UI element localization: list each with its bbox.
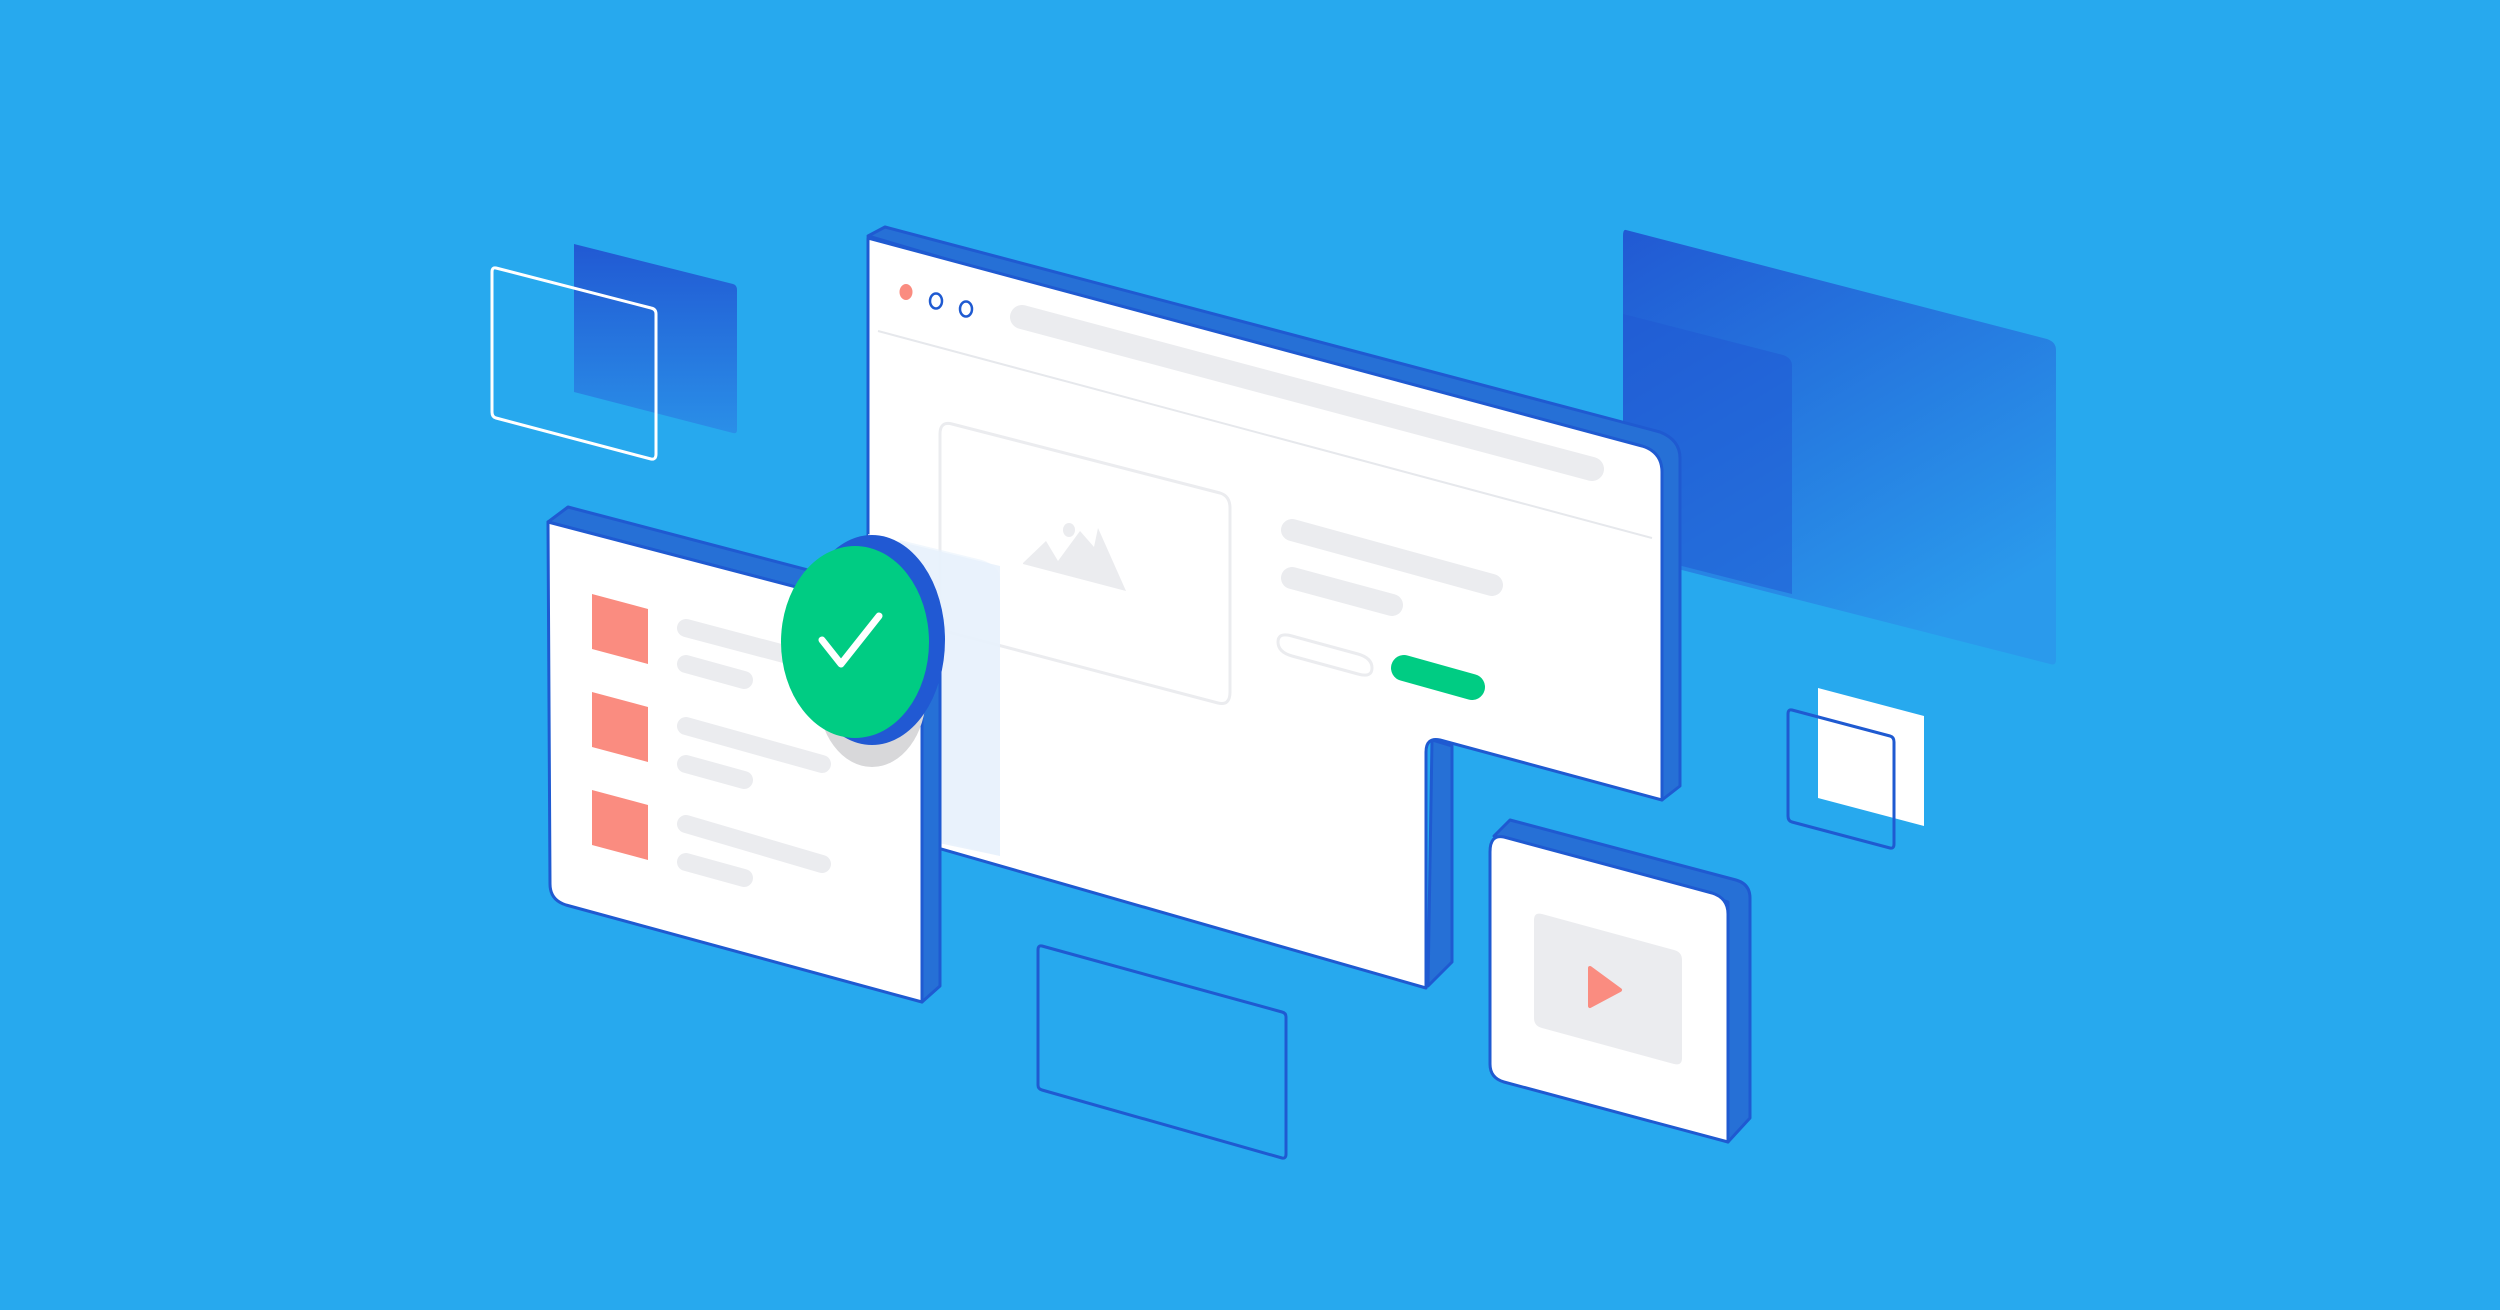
floating-white-panel-right <box>1818 688 1924 826</box>
browser-window-stem-depth <box>1426 738 1454 988</box>
isometric-illustration <box>490 225 2056 1160</box>
illustration-canvas <box>0 0 2500 1310</box>
close-dot[interactable] <box>899 284 913 300</box>
floating-outline-frame-bottom <box>1036 944 1288 1160</box>
primary-button[interactable] <box>1391 655 1485 700</box>
